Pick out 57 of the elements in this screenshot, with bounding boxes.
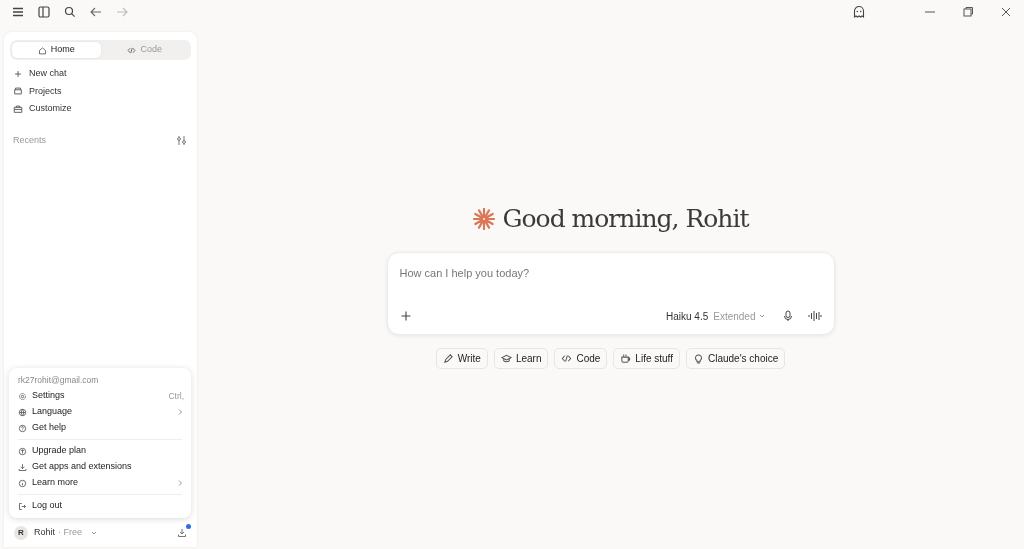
plan-label: · Free (58, 526, 83, 540)
globe-icon (18, 407, 27, 417)
download-icon (18, 462, 27, 472)
model-selector[interactable]: Haiku 4.5 (666, 308, 709, 324)
shortcut-hint: Ctrl, (168, 389, 184, 403)
suggestion-chip[interactable]: Learn (493, 347, 549, 369)
menu-item[interactable]: Language (16, 404, 184, 420)
menu-item[interactable]: Learn more (16, 475, 184, 491)
help-icon (18, 423, 27, 433)
plus-icon (13, 68, 23, 79)
pencil-icon (442, 352, 454, 364)
avatar[interactable]: R (14, 526, 28, 540)
sidebar-toggle-icon[interactable] (37, 5, 51, 19)
info-icon (18, 478, 27, 488)
sidebar-item[interactable]: New chat (10, 65, 191, 83)
close-icon[interactable] (1000, 6, 1012, 18)
menu-icon[interactable] (11, 5, 25, 19)
settings-icon (18, 391, 27, 401)
sidebar-item[interactable]: Projects (10, 82, 191, 100)
menu-item[interactable]: Log out (16, 498, 184, 514)
message-input[interactable]: How can I help you today? (399, 264, 822, 281)
home-icon (37, 45, 47, 55)
graduation-cap-icon (500, 352, 512, 364)
logout-icon (18, 501, 27, 511)
tab[interactable]: Home (12, 42, 101, 58)
menu-item[interactable]: Get apps and extensions (16, 459, 184, 475)
lightbulb-icon (693, 352, 704, 364)
code-icon (127, 45, 137, 55)
cup-icon (620, 352, 632, 364)
upgrade-icon (18, 446, 27, 456)
voice-waveform-icon[interactable] (807, 310, 822, 322)
download-icon[interactable] (177, 528, 187, 538)
greeting: Good morning, Rohit (502, 203, 749, 235)
user-name[interactable]: Rohit (34, 526, 55, 540)
menu-item[interactable]: Upgrade plan (16, 443, 184, 459)
starburst-logo-icon (472, 207, 495, 230)
briefcase-icon (13, 103, 23, 114)
chevron-down-icon[interactable] (90, 529, 99, 537)
sidebar-item[interactable]: Customize (10, 100, 191, 118)
suggestion-chip[interactable]: Claude's choice (686, 347, 786, 369)
suggestion-chip[interactable]: Code (554, 347, 608, 369)
folder-icon (13, 86, 23, 97)
restore-icon[interactable] (962, 6, 974, 18)
search-icon[interactable] (63, 5, 77, 19)
suggestion-chip[interactable]: Life stuff (613, 347, 680, 369)
suggestion-chip[interactable]: Write (435, 347, 488, 369)
chevron-down-icon[interactable] (757, 312, 766, 320)
filter-icon[interactable] (176, 134, 187, 146)
menu-item[interactable]: Settings Ctrl, (16, 388, 184, 404)
menu-item[interactable]: Get help (16, 420, 184, 436)
ghost-icon[interactable] (852, 5, 866, 19)
microphone-icon[interactable] (781, 310, 794, 322)
back-arrow-icon[interactable] (89, 5, 103, 19)
account-email: rk27rohit@gmail.com (17, 373, 100, 387)
code-icon (561, 352, 573, 364)
add-icon[interactable] (399, 310, 412, 322)
section-label: Recents (13, 133, 47, 147)
